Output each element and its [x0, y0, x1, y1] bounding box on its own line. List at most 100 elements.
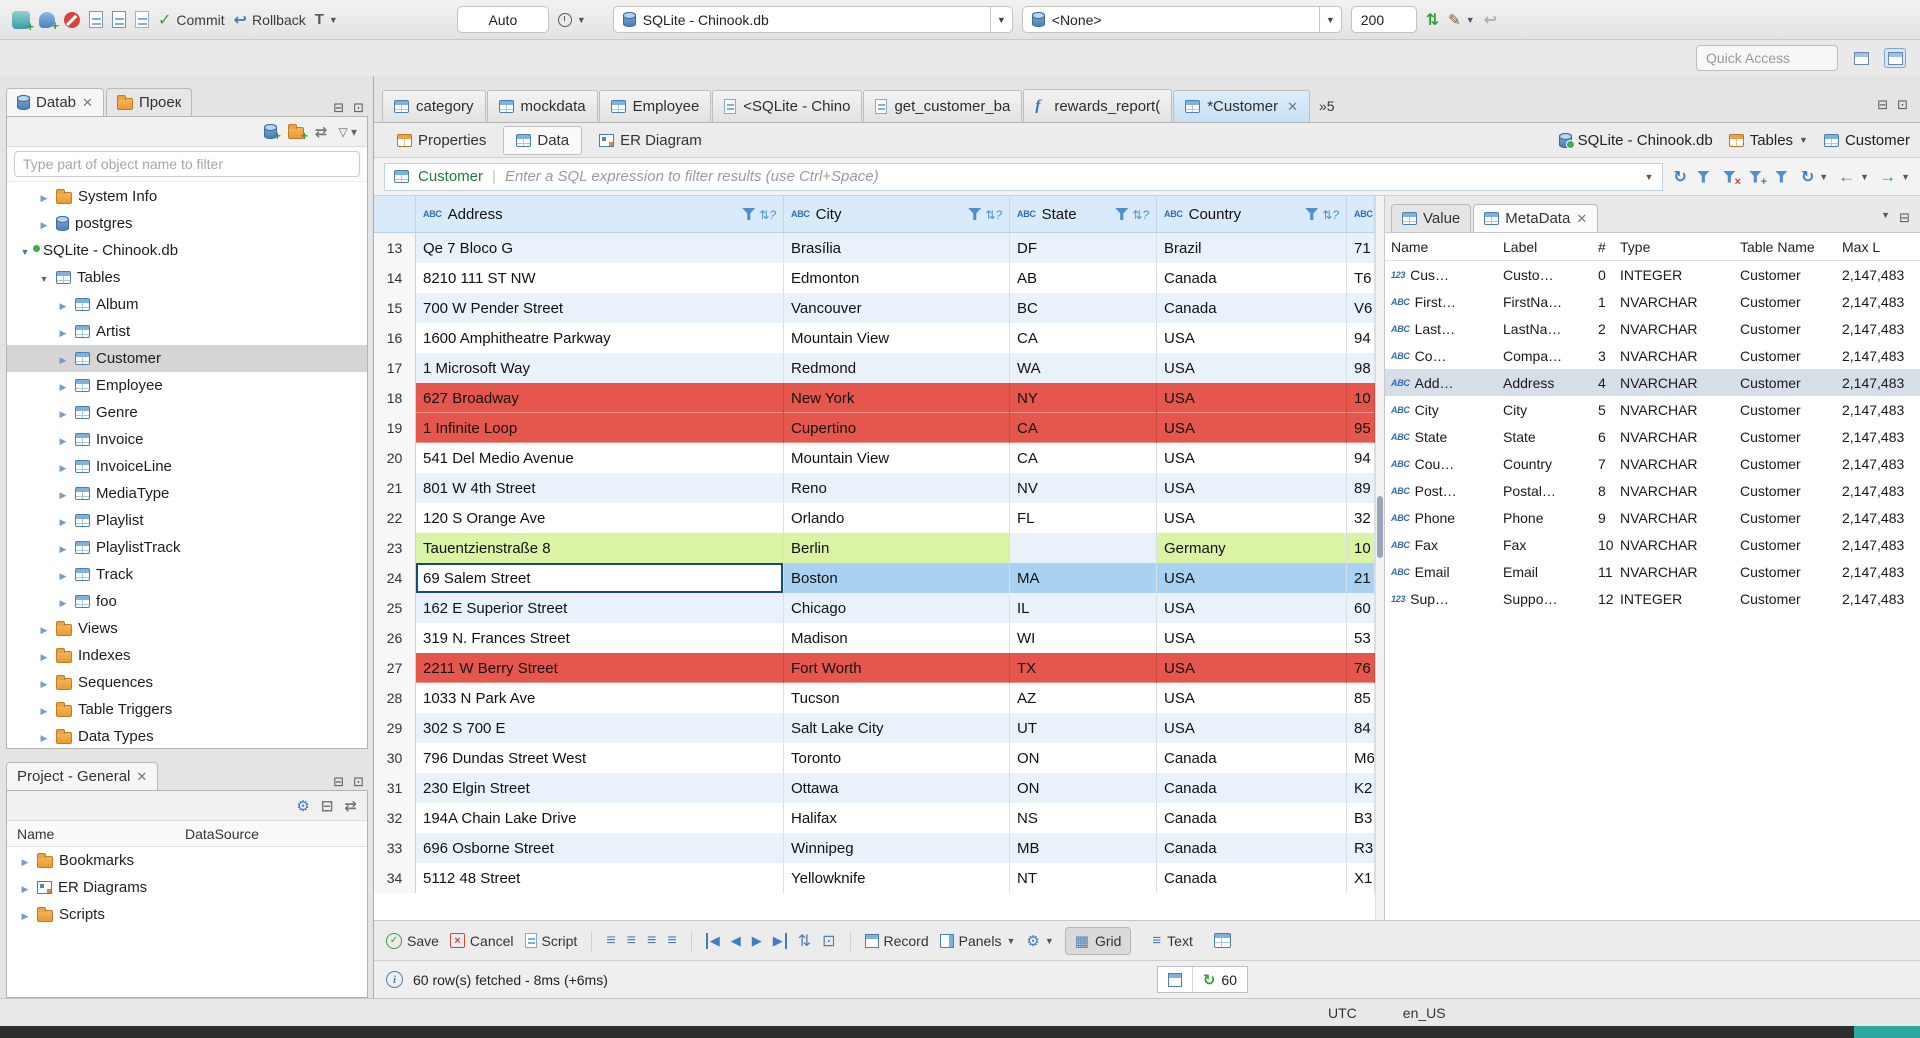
- country-cell[interactable]: USA: [1157, 683, 1347, 713]
- filter-funnel-icon[interactable]: [742, 208, 756, 220]
- address-cell[interactable]: 302 S 700 E: [416, 713, 784, 743]
- country-cell[interactable]: USA: [1157, 593, 1347, 623]
- table-name-cell[interactable]: Customer: [1734, 456, 1836, 472]
- grid-settings-button[interactable]: ⚙ ▼: [1026, 932, 1053, 950]
- rollback-button[interactable]: ↩ Rollback: [234, 10, 306, 30]
- metadata-row[interactable]: ABC State State 6 NVARCHAR Customer 2,14…: [1385, 423, 1920, 450]
- maximize-icon[interactable]: ⊡: [1897, 97, 1908, 113]
- max-length-cell[interactable]: 2,147,483: [1836, 564, 1920, 580]
- table-name-cell[interactable]: Customer: [1734, 429, 1836, 445]
- tree-item[interactable]: PlaylistTrack: [7, 534, 367, 561]
- tab-project-general[interactable]: Project - General ✕: [6, 762, 159, 790]
- fetch-size-input[interactable]: 200: [1350, 6, 1417, 33]
- address-cell[interactable]: 120 S Orange Ave: [416, 503, 784, 533]
- column-header-label[interactable]: Label: [1497, 239, 1592, 255]
- grid-row[interactable]: 20 541 Del Medio Avenue Mountain View CA…: [374, 443, 1375, 473]
- minimize-icon[interactable]: ⊟: [1899, 210, 1910, 226]
- dbeaver-perspective-icon[interactable]: [1884, 48, 1906, 68]
- column-name-cell[interactable]: 123 Sup…: [1385, 591, 1497, 607]
- postalcode-cell[interactable]: 10: [1347, 533, 1375, 563]
- schema-combo[interactable]: <None> ▼: [1021, 6, 1342, 33]
- minimize-icon[interactable]: ⊟: [333, 774, 344, 790]
- city-cell[interactable]: Orlando: [784, 503, 1010, 533]
- state-cell[interactable]: WI: [1010, 623, 1157, 653]
- postalcode-cell[interactable]: 94: [1347, 443, 1375, 473]
- metadata-row[interactable]: ABC Cou… Country 7 NVARCHAR Customer 2,1…: [1385, 450, 1920, 477]
- breadcrumb-tables[interactable]: Tables ▼: [1728, 132, 1808, 149]
- column-number-cell[interactable]: 4: [1592, 375, 1614, 391]
- expand-arrow-icon[interactable]: [38, 647, 50, 664]
- city-cell[interactable]: Mountain View: [784, 323, 1010, 353]
- grid-row[interactable]: 24 69 Salem Street Boston MA USA 21: [374, 563, 1375, 593]
- minimize-icon[interactable]: ⊟: [1877, 97, 1888, 113]
- collapse-all-icon[interactable]: ⊟: [321, 797, 334, 815]
- city-cell[interactable]: Salt Lake City: [784, 713, 1010, 743]
- sort-icon[interactable]: [985, 206, 1002, 223]
- table-name-cell[interactable]: Customer: [1734, 375, 1836, 391]
- nav-forward-button[interactable]: → ▼: [1879, 167, 1910, 187]
- postalcode-cell[interactable]: 89: [1347, 473, 1375, 503]
- country-cell[interactable]: Canada: [1157, 773, 1347, 803]
- postalcode-cell[interactable]: T6: [1347, 263, 1375, 293]
- column-type-cell[interactable]: NVARCHAR: [1614, 564, 1734, 580]
- city-cell[interactable]: Tucson: [784, 683, 1010, 713]
- row-number-cell[interactable]: 33: [374, 833, 416, 863]
- column-label-cell[interactable]: Compa…: [1497, 348, 1592, 364]
- postalcode-cell[interactable]: 84: [1347, 713, 1375, 743]
- filter-save-icon[interactable]: +: [1748, 170, 1767, 188]
- column-header-postalcode[interactable]: ABC: [1347, 196, 1375, 232]
- row-number-cell[interactable]: 34: [374, 863, 416, 893]
- city-cell[interactable]: Ottawa: [784, 773, 1010, 803]
- address-cell[interactable]: Qe 7 Bloco G: [416, 233, 784, 263]
- column-header-type[interactable]: Type: [1614, 239, 1734, 255]
- column-header-country[interactable]: ABC Country: [1157, 196, 1347, 232]
- state-cell[interactable]: CA: [1010, 413, 1157, 443]
- list-item[interactable]: Bookmarks: [7, 847, 367, 874]
- address-cell[interactable]: Tauentzienstraße 8: [416, 533, 784, 563]
- filter-menu-icon[interactable]: ▽ ▾: [338, 125, 357, 139]
- table-name-cell[interactable]: Customer: [1734, 321, 1836, 337]
- grid-row[interactable]: 29 302 S 700 E Salt Lake City UT USA 84: [374, 713, 1375, 743]
- city-cell[interactable]: Boston: [784, 563, 1010, 593]
- undo-icon[interactable]: ↩: [1484, 10, 1497, 30]
- country-cell[interactable]: Canada: [1157, 293, 1347, 323]
- tab-metadata[interactable]: MetaData ✕: [1473, 204, 1599, 232]
- address-cell[interactable]: 319 N. Frances Street: [416, 623, 784, 653]
- column-type-cell[interactable]: INTEGER: [1614, 267, 1734, 283]
- expand-arrow-icon[interactable]: [57, 566, 69, 583]
- address-cell[interactable]: 696 Osborne Street: [416, 833, 784, 863]
- text-view-toggle[interactable]: ≡ Text: [1142, 927, 1202, 954]
- tree-item[interactable]: Data Types: [7, 723, 367, 748]
- chevron-down-icon[interactable]: ▼: [989, 7, 1012, 32]
- column-type-cell[interactable]: NVARCHAR: [1614, 294, 1734, 310]
- postalcode-cell[interactable]: 95: [1347, 413, 1375, 443]
- address-cell[interactable]: 2211 W Berry Street: [416, 653, 784, 683]
- grid-row[interactable]: 13 Qe 7 Bloco G Brasília DF Brazil 71: [374, 233, 1375, 263]
- expand-arrow-icon[interactable]: [38, 620, 50, 637]
- row-number-cell[interactable]: 16: [374, 323, 416, 353]
- tab-overflow-indicator[interactable]: »5: [1319, 98, 1335, 114]
- row-number-cell[interactable]: 25: [374, 593, 416, 623]
- table-name-cell[interactable]: Customer: [1734, 267, 1836, 283]
- column-number-cell[interactable]: 7: [1592, 456, 1614, 472]
- max-length-cell[interactable]: 2,147,483: [1836, 375, 1920, 391]
- new-connection-icon[interactable]: [12, 10, 34, 34]
- link-with-editor-icon[interactable]: ⇄: [344, 797, 357, 815]
- editor-tab[interactable]: mockdata ✕: [486, 90, 598, 122]
- editor-tab[interactable]: *Customer ✕: [1173, 90, 1310, 122]
- address-cell[interactable]: 162 E Superior Street: [416, 593, 784, 623]
- filter-custom-icon[interactable]: [1774, 170, 1791, 184]
- city-cell[interactable]: Yellowknife: [784, 863, 1010, 893]
- nav-back-button[interactable]: ← ▼: [1838, 167, 1869, 187]
- column-number-cell[interactable]: 2: [1592, 321, 1614, 337]
- country-cell[interactable]: USA: [1157, 503, 1347, 533]
- column-name-cell[interactable]: ABC Co…: [1385, 348, 1497, 364]
- column-number-cell[interactable]: 5: [1592, 402, 1614, 418]
- column-header-datasource[interactable]: DataSource: [185, 826, 367, 842]
- tab-value[interactable]: Value: [1391, 204, 1472, 232]
- row-number-cell[interactable]: 15: [374, 293, 416, 323]
- quick-access-input[interactable]: [1696, 45, 1838, 71]
- city-cell[interactable]: Mountain View: [784, 443, 1010, 473]
- column-number-cell[interactable]: 1: [1592, 294, 1614, 310]
- chevron-down-icon[interactable]: ▼: [1881, 210, 1890, 226]
